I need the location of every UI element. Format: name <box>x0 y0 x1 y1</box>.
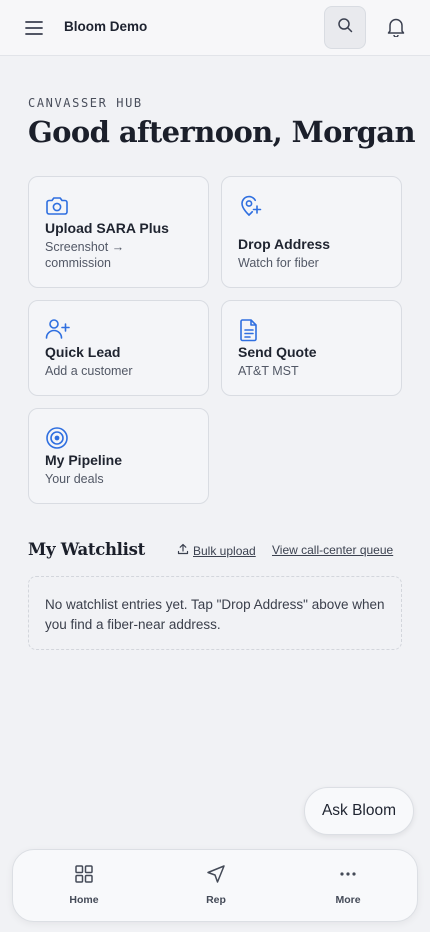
card-title: My Pipeline <box>45 452 123 468</box>
upload-icon <box>177 543 189 558</box>
nav-item-more[interactable]: More <box>313 864 383 906</box>
grid-icon <box>74 864 94 889</box>
camera-icon <box>45 196 69 221</box>
nav-label: Rep <box>206 894 226 906</box>
action-card-upload-sara[interactable]: Upload SARA Plus Screenshot → commission <box>28 176 209 288</box>
action-card-my-pipeline[interactable]: My Pipeline Your deals <box>28 408 209 504</box>
top-bar: Bloom Demo <box>0 0 430 56</box>
card-subtitle: AT&T MST <box>238 364 299 378</box>
call-center-queue-link[interactable]: View call-center queue <box>272 543 393 557</box>
ask-bloom-button[interactable]: Ask Bloom <box>304 787 414 835</box>
document-icon <box>238 318 260 347</box>
card-subtitle: Screenshot → <box>45 240 125 254</box>
card-title: Drop Address <box>238 236 331 252</box>
action-card-quick-lead[interactable]: Quick Lead Add a customer <box>28 300 209 396</box>
bottom-nav: Home Rep More <box>12 849 418 922</box>
bulk-upload-link[interactable]: Bulk upload <box>177 543 256 558</box>
navigation-icon <box>206 864 226 889</box>
hamburger-icon[interactable] <box>22 16 46 40</box>
card-title: Send Quote <box>238 344 317 360</box>
action-card-drop-address[interactable]: Drop Address Watch for fiber <box>221 176 402 288</box>
card-subtitle: Add a customer <box>45 364 133 378</box>
action-card-send-quote[interactable]: Send Quote AT&T MST <box>221 300 402 396</box>
watchlist-empty-state: No watchlist entries yet. Tap "Drop Addr… <box>28 576 402 650</box>
card-subtitle: commission <box>45 256 111 270</box>
target-icon <box>45 426 69 455</box>
card-subtitle: Your deals <box>45 472 104 486</box>
more-dots-icon <box>338 864 358 889</box>
section-eyebrow: CANVASSER HUB <box>28 96 143 110</box>
search-icon <box>337 17 353 38</box>
card-title: Quick Lead <box>45 344 121 360</box>
nav-label: More <box>335 894 361 906</box>
search-button[interactable] <box>324 6 366 49</box>
bell-icon[interactable] <box>383 14 409 40</box>
app-title: Bloom Demo <box>64 19 148 34</box>
nav-label: Home <box>69 894 99 906</box>
map-pin-plus-icon <box>238 194 262 223</box>
nav-item-home[interactable]: Home <box>49 864 119 906</box>
watchlist-title: My Watchlist <box>28 540 145 559</box>
nav-item-rep[interactable]: Rep <box>181 864 251 906</box>
bulk-upload-label: Bulk upload <box>193 543 256 558</box>
card-subtitle: Watch for fiber <box>238 256 319 270</box>
user-plus-icon <box>45 318 71 345</box>
card-title: Upload SARA Plus <box>45 220 169 236</box>
page-title: Good afternoon, Morgan <box>28 115 416 149</box>
